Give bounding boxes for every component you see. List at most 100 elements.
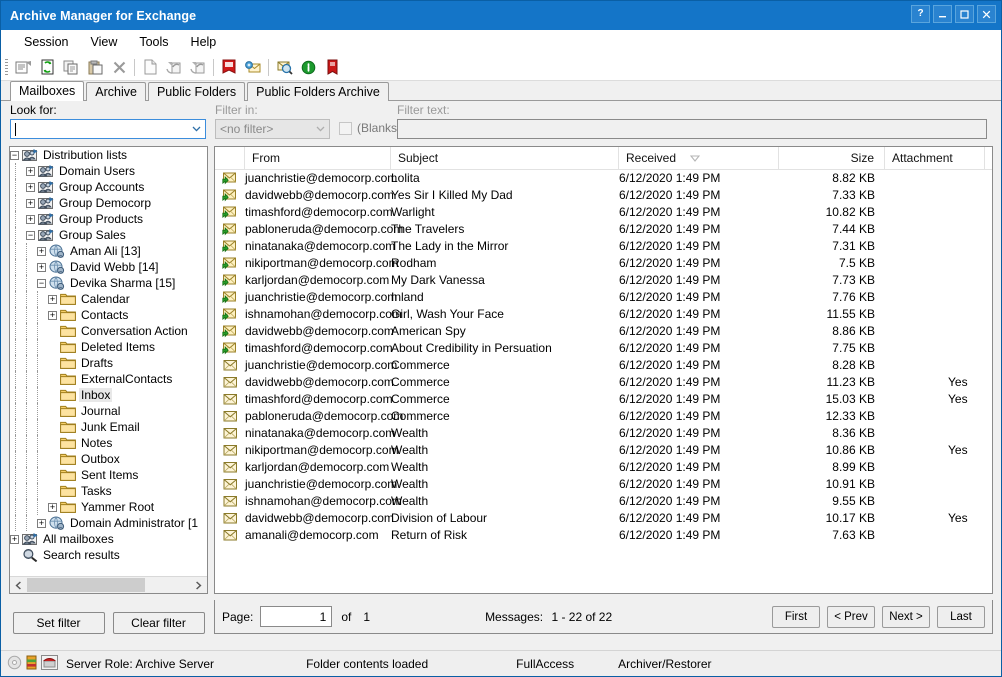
column-header-from[interactable]: From	[245, 147, 391, 169]
tree-item[interactable]: ExternalContacts	[10, 371, 207, 387]
blanks-checkbox-group[interactable]: (Blanks)	[339, 121, 401, 135]
message-row[interactable]: juanchristie@democorp.com Commerce 6/12/20…	[215, 356, 992, 373]
restore-icon[interactable]	[162, 56, 186, 78]
message-row[interactable]: davidwebb@democorp.com American Spy 6/12/2…	[215, 322, 992, 339]
clear-filter-button[interactable]: Clear filter	[112, 612, 205, 634]
tree-item[interactable]: + All mailboxes	[10, 531, 207, 547]
blanks-checkbox[interactable]	[339, 121, 352, 135]
properties-icon[interactable]	[11, 56, 35, 78]
tab-mailboxes[interactable]: Mailboxes	[10, 81, 85, 101]
shortcut-icon[interactable]	[320, 56, 344, 78]
mailbox-tree[interactable]: − Distribution lists + Domain Users + Group A…	[10, 147, 207, 576]
menu-item-help[interactable]: Help	[180, 32, 228, 52]
tree-item[interactable]: + Group Democorp	[10, 195, 207, 211]
message-row[interactable]: juanchristie@democorp.com Lolita 6/12/2020…	[215, 169, 992, 186]
message-row[interactable]: ishnamohan@democorp.com Wealth 6/12/2020 1…	[215, 492, 992, 509]
tree-expand-toggle[interactable]: +	[48, 294, 57, 304]
menu-item-tools[interactable]: Tools	[128, 32, 179, 52]
new-document-icon[interactable]	[138, 56, 162, 78]
tree-expand-toggle[interactable]: +	[37, 246, 46, 256]
tree-item[interactable]: Journal	[10, 403, 207, 419]
message-list-rows[interactable]: juanchristie@democorp.com Lolita 6/12/2020…	[215, 169, 992, 593]
message-row[interactable]: davidwebb@democorp.com Division of Labour…	[215, 509, 992, 526]
menu-item-session[interactable]: Session	[13, 32, 79, 52]
tree-item[interactable]: + Group Accounts	[10, 179, 207, 195]
tree-item[interactable]: Search results	[10, 547, 207, 563]
tree-item[interactable]: Junk Email	[10, 419, 207, 435]
tab-public-folders-archive[interactable]: Public Folders Archive	[247, 82, 389, 101]
filter-in-select[interactable]: <no filter>	[215, 119, 330, 139]
paste-icon[interactable]	[83, 56, 107, 78]
message-row[interactable]: nikiportman@democorp.com Rodham 6/12/2020 …	[215, 254, 992, 271]
scroll-thumb[interactable]	[27, 578, 145, 592]
menu-item-view[interactable]: View	[79, 32, 128, 52]
message-row[interactable]: ninatanaka@democorp.com The Lady in the M…	[215, 237, 992, 254]
tree-item[interactable]: − Distribution lists	[10, 147, 207, 163]
tree-item[interactable]: + Calendar	[10, 291, 207, 307]
tree-item[interactable]: + Contacts	[10, 307, 207, 323]
column-header-subject[interactable]: Subject	[391, 147, 619, 169]
next-page-button[interactable]: Next >	[882, 605, 930, 628]
copy-icon[interactable]	[59, 56, 83, 78]
first-page-button[interactable]: First	[772, 605, 820, 628]
message-row[interactable]: juanchristie@democorp.com Wealth 6/12/2020…	[215, 475, 992, 492]
tree-item[interactable]: Inbox	[10, 387, 207, 403]
help-button[interactable]: ?	[911, 5, 930, 23]
tree-item[interactable]: Outbox	[10, 451, 207, 467]
tree-item[interactable]: Notes	[10, 435, 207, 451]
tab-archive[interactable]: Archive	[86, 82, 146, 101]
tree-expand-toggle[interactable]: +	[48, 310, 57, 320]
tree-item[interactable]: Deleted Items	[10, 339, 207, 355]
message-row[interactable]: davidwebb@democorp.com Yes Sir I Killed M…	[215, 186, 992, 203]
archive-icon[interactable]	[217, 56, 241, 78]
message-row[interactable]: timashford@democorp.com Warlight 6/12/2020…	[215, 203, 992, 220]
toolbar-grip[interactable]	[5, 59, 8, 75]
tree-item[interactable]: + Domain Users	[10, 163, 207, 179]
message-row[interactable]: karljordan@democorp.com Wealth 6/12/2020 1…	[215, 458, 992, 475]
filter-text-input[interactable]	[397, 119, 987, 139]
tree-collapse-toggle[interactable]: −	[26, 230, 35, 240]
message-row[interactable]: timashford@democorp.com About Credibility…	[215, 339, 992, 356]
tree-item[interactable]: Tasks	[10, 483, 207, 499]
tree-item[interactable]: Sent Items	[10, 467, 207, 483]
tree-expand-toggle[interactable]: +	[26, 166, 35, 176]
message-row[interactable]: davidwebb@democorp.com Commerce 6/12/2020 …	[215, 373, 992, 390]
tree-expand-toggle[interactable]: +	[48, 502, 57, 512]
look-for-input[interactable]	[10, 119, 206, 139]
tree-item[interactable]: + Group Products	[10, 211, 207, 227]
page-number-input[interactable]: 1	[260, 606, 333, 627]
tree-expand-toggle[interactable]: +	[10, 534, 19, 544]
chevron-down-icon[interactable]	[312, 120, 329, 138]
info-icon[interactable]	[296, 56, 320, 78]
last-page-button[interactable]: Last	[937, 605, 985, 628]
close-button[interactable]	[977, 5, 996, 23]
tree-horizontal-scrollbar[interactable]	[10, 576, 207, 593]
column-header-size[interactable]: Size	[779, 147, 885, 169]
minimize-button[interactable]	[933, 5, 952, 23]
chevron-down-icon[interactable]	[188, 120, 205, 138]
scroll-left-button[interactable]	[10, 577, 27, 593]
message-row[interactable]: pabloneruda@democorp.com Commerce 6/12/202…	[215, 407, 992, 424]
tree-expand-toggle[interactable]: +	[26, 198, 35, 208]
tree-expand-toggle[interactable]: +	[26, 214, 35, 224]
tree-item[interactable]: + Aman Ali [13]	[10, 243, 207, 259]
prev-page-button[interactable]: < Prev	[827, 605, 875, 628]
scroll-right-button[interactable]	[190, 577, 207, 593]
tree-item[interactable]: + David Webb [14]	[10, 259, 207, 275]
column-header-icon[interactable]	[215, 147, 245, 169]
message-row[interactable]: nikiportman@democorp.com Wealth 6/12/2020 …	[215, 441, 992, 458]
tree-collapse-toggle[interactable]: −	[10, 150, 19, 160]
tree-item[interactable]: Drafts	[10, 355, 207, 371]
set-filter-button[interactable]: Set filter	[12, 612, 105, 634]
refresh-icon[interactable]	[35, 56, 59, 78]
tree-expand-toggle[interactable]: +	[37, 518, 46, 528]
tree-expand-toggle[interactable]: +	[37, 262, 46, 272]
message-row[interactable]: juanchristie@democorp.com Inland 6/12/2020…	[215, 288, 992, 305]
tree-item[interactable]: + Yammer Root	[10, 499, 207, 515]
tree-expand-toggle[interactable]: +	[26, 182, 35, 192]
tree-collapse-toggle[interactable]: −	[37, 278, 46, 288]
message-row[interactable]: karljordan@democorp.com My Dark Vanessa 6/…	[215, 271, 992, 288]
mail-archive-icon[interactable]	[241, 56, 265, 78]
maximize-button[interactable]	[955, 5, 974, 23]
message-row[interactable]: timashford@democorp.com Commerce 6/12/2020…	[215, 390, 992, 407]
